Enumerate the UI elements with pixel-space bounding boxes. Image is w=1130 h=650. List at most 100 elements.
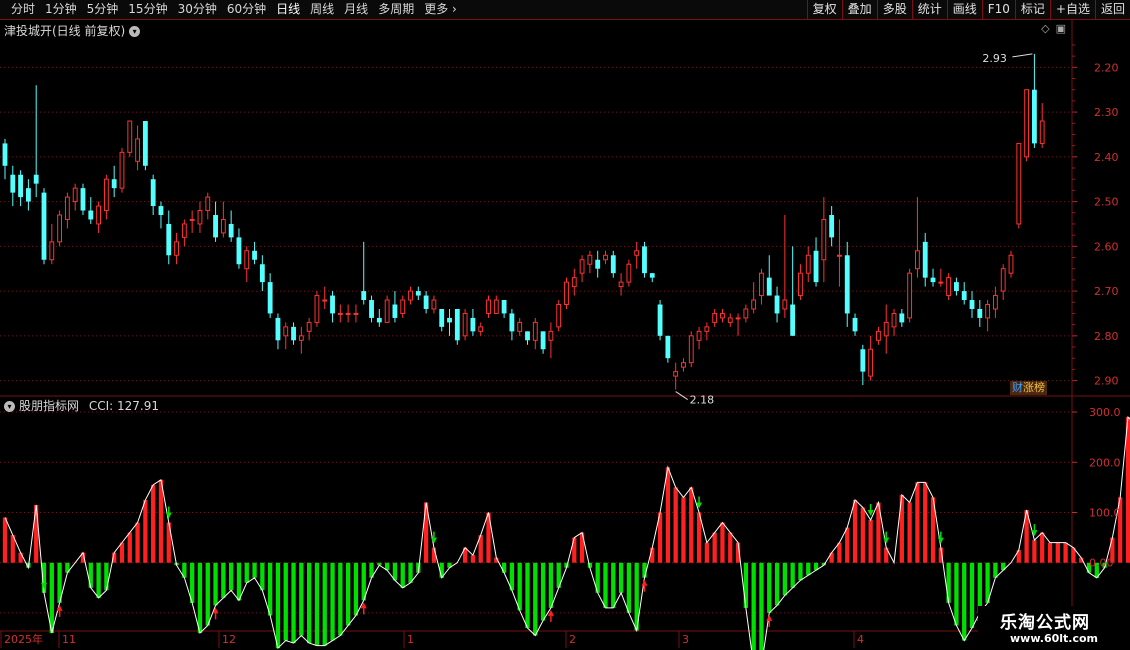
candle-body [977,308,983,318]
candle-body [400,299,406,314]
candle-body [330,295,335,314]
price-tick-label: 2.50 [1094,196,1119,209]
candle-body [922,241,928,278]
candle-body [899,313,905,323]
candle-body [813,250,819,283]
candle-body [25,188,31,202]
high-label: 2.93 [982,52,1007,65]
candle-body [1039,120,1045,144]
candle-body [992,295,998,310]
candle-body [657,304,663,336]
candle-body [782,299,788,310]
date-label: 1 [407,633,414,646]
candle-body [595,259,601,269]
ranking-badge[interactable]: 财涨榜 [1010,381,1047,395]
candle-body [517,321,523,332]
indicator-pane-title: ▾ 股朋指标网 CCI: 127.91 [4,397,159,414]
candle-body [220,218,226,234]
price-tick-label: 2.80 [1094,330,1119,343]
candle-body [111,179,117,189]
candle-body [587,254,593,265]
candle-body [766,277,772,296]
candle-body [954,282,959,292]
candle-body [103,178,109,212]
candle-body [41,192,47,260]
candle-body [868,348,874,377]
candle-body [439,308,445,327]
candle-body [174,241,179,256]
candle-body [876,330,881,341]
candle-body [244,250,250,270]
badge-text-1: 财 [1012,381,1023,394]
candle-body [1024,89,1030,158]
candle-body [774,295,780,314]
candle-body [205,196,211,212]
high-pointer [1012,53,1033,58]
cci-value: CCI: 127.91 [88,399,159,413]
candle-body [376,317,382,323]
candle-body [454,308,460,341]
buy-arrow-icon [766,614,773,621]
candle-body [930,277,936,283]
chevron-down-icon[interactable]: ▾ [4,401,15,412]
candle-body [150,179,156,207]
candle-body [369,300,374,318]
candle-body [189,218,195,221]
sell-arrow-icon [937,537,944,544]
cci-line [4,415,1130,650]
price-tick-label: 2.40 [1094,151,1119,164]
candle-body [688,335,694,364]
candle-body [1016,142,1022,225]
candle-body [127,120,133,153]
candle-body [142,121,148,166]
cci-tick-label: 200.0 [1089,456,1121,469]
candle-body [798,272,803,297]
candle-body [829,215,835,238]
candle-body [603,254,608,261]
price-tick-label: 2.70 [1094,285,1119,298]
price-tick-label: 2.30 [1094,106,1119,119]
candle-body [478,326,484,332]
candle-body [805,254,811,274]
candle-body [236,237,242,265]
candle-body [681,362,686,368]
candle-body [618,281,624,288]
candle-body [267,282,273,314]
candle-body [33,174,39,184]
candle-body [1008,254,1014,274]
candle-body [759,272,764,297]
candle-body [837,254,842,257]
candle-body [2,143,8,166]
candle-body [743,308,749,319]
candle-body [501,300,507,314]
price-tick-label: 2.90 [1094,375,1119,388]
watermark: 乐淘公式网 www.60lt.com [978,606,1130,650]
candle-body [735,317,741,320]
price-tick-label: 2.20 [1094,61,1119,74]
candle-body [634,250,640,256]
candle-body [720,312,725,319]
candle-body [860,349,866,372]
candle-body [493,299,499,314]
buy-arrow-icon [56,604,63,611]
candle-body [564,281,569,305]
candle-body [486,299,491,314]
candle-body [447,317,452,323]
chart-canvas[interactable]: 2.90 2.80 2.70 2.60 2.50 2.40 2.30 2.20 300.0 200… [0,0,1130,650]
candle-body [649,273,655,278]
candle-body [969,300,975,309]
sell-arrow-icon [165,512,172,519]
candle-body [821,218,827,261]
candle-body [384,299,390,323]
candle-body [57,214,63,243]
candle-body [1031,89,1037,144]
candle-body [790,304,796,336]
date-label: 4 [857,633,864,646]
candle-body [751,299,757,310]
candle-body [852,317,858,332]
candle-body [844,255,850,314]
candle-body [532,321,538,341]
candle-body [18,174,24,198]
candle-body [64,196,70,220]
candle-body [361,291,367,301]
